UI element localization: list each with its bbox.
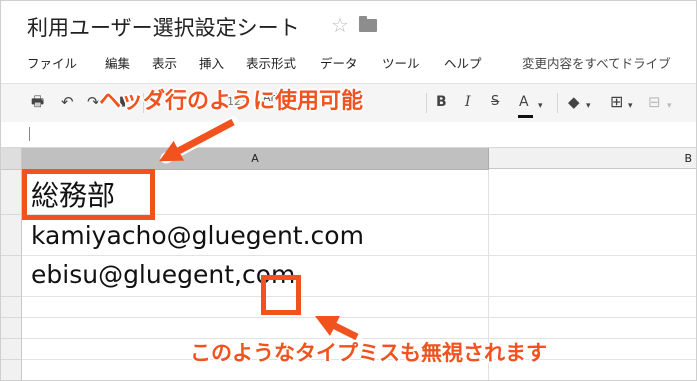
- spreadsheet-window: 利用ユーザー選択設定シート ☆ ファイル 編集 表示 挿入 表示形式 データ ツ…: [0, 0, 697, 381]
- typo-callout: このようなタイプミスも無視されます: [190, 341, 547, 365]
- annotation-arrows: [159, 116, 363, 343]
- header-arrow: [159, 118, 235, 162]
- header-callout: ヘッダ行のように使用可能: [99, 89, 364, 114]
